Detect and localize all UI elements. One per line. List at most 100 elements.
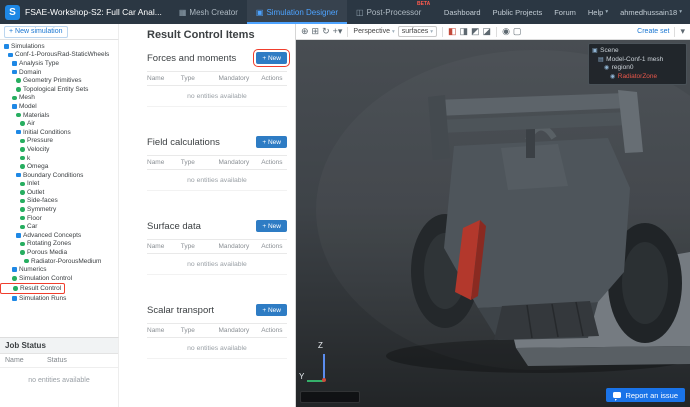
tree-item-topological-entity-sets[interactable]: Topological Entity Sets	[0, 85, 88, 94]
scene-item-region0[interactable]: ◉region0	[589, 64, 686, 73]
viewport-search-input[interactable]	[300, 391, 360, 403]
tree-item-label: Numerics	[19, 266, 46, 273]
create-set-button[interactable]: Create set	[637, 28, 669, 35]
empty-state-text: no entities available	[147, 170, 287, 191]
column-header-type: Type	[181, 159, 219, 166]
scene-item-model-conf-1-mesh[interactable]: ▤Model-Conf-1 mesh	[589, 55, 686, 64]
tree-item-symmetry[interactable]: Symmetry	[0, 205, 56, 214]
scene-item-radiatorzone[interactable]: ◉RadiatorZone	[589, 72, 686, 81]
simulation-actions-strip: + New simulation	[0, 24, 119, 40]
scene-item-label: Scene	[600, 47, 618, 54]
table-header-row: NameTypeMandatoryActions	[147, 323, 287, 338]
report-issue-button[interactable]: Report an issue	[606, 388, 685, 402]
fit-view-icon[interactable]: ⊞	[312, 27, 320, 36]
tab-post-processor[interactable]: ◫ Post-Processor BETA	[347, 0, 430, 24]
tree-item-porous-media[interactable]: Porous Media	[0, 248, 67, 257]
blue-status-icon	[12, 104, 17, 109]
tree-item-boundary-conditions[interactable]: Boundary Conditions	[0, 171, 83, 180]
user-menu[interactable]: ahmedhussain18▾	[620, 8, 682, 17]
tree-item-car[interactable]: Car	[0, 222, 37, 231]
reset-view-icon[interactable]: ↻	[322, 27, 330, 36]
tree-item-initial-conditions[interactable]: Initial Conditions	[0, 128, 71, 137]
nav-help[interactable]: Help▾	[588, 8, 608, 17]
projection-select[interactable]: Perspective▾	[353, 28, 394, 35]
tree-item-numerics[interactable]: Numerics	[0, 265, 46, 274]
tree-item-side-faces[interactable]: Side-faces	[0, 197, 58, 206]
tree-item-radiator-porousmedium[interactable]: Radiator-PorousMedium	[0, 257, 101, 266]
nav-public-projects[interactable]: Public Projects	[493, 8, 543, 17]
result-sections: Forces and moments+ NewNameTypeMandatory…	[147, 52, 287, 359]
tab-simulation-designer[interactable]: ▣ Simulation Designer	[247, 0, 347, 24]
tree-item-velocity[interactable]: Velocity	[0, 145, 49, 154]
new-forces-and-moments-button[interactable]: + New	[256, 52, 287, 64]
tab-mesh-creator[interactable]: ▦ Mesh Creator	[170, 0, 247, 24]
simulation-designer-icon: ▣	[256, 8, 264, 17]
tree-item-mesh[interactable]: Mesh	[0, 94, 35, 103]
app-logo[interactable]: S	[5, 5, 20, 20]
tree-item-conf-1-porousrad-staticwheels[interactable]: Conf-1-PorousRad-StaticWheels	[0, 51, 109, 60]
render-mode-select[interactable]: surfaces▾	[398, 26, 437, 37]
section-title: Scalar transport	[147, 305, 214, 316]
tree-item-simulations[interactable]: Simulations	[0, 42, 45, 51]
blue-status-icon	[16, 233, 21, 238]
tree-item-rotating-zones[interactable]: Rotating Zones	[0, 240, 71, 249]
section-title: Surface data	[147, 221, 201, 232]
tree-item-domain[interactable]: Domain	[0, 68, 41, 77]
viewport-canvas[interactable]: ▣Scene▤Model-Conf-1 mesh◉region0◉Radiato…	[296, 40, 690, 407]
orientation-axes[interactable]: Z Y	[304, 343, 346, 389]
tree-item-omega[interactable]: Omega	[0, 162, 48, 171]
tree-item-model[interactable]: Model	[0, 102, 37, 111]
tree-item-analysis-type[interactable]: Analysis Type	[0, 59, 59, 68]
column-header-name: Name	[147, 327, 181, 334]
job-status-title: Job Status	[0, 338, 118, 354]
tree-item-materials[interactable]: Materials	[0, 111, 49, 120]
filter-icon[interactable]: ▾	[680, 27, 685, 36]
show-hide-icon[interactable]: ◉	[502, 27, 510, 36]
tree-item-geometry-primitives[interactable]: Geometry Primitives	[0, 76, 82, 85]
shade-half-alt-icon[interactable]: ◪	[483, 27, 492, 36]
tree-item-pressure[interactable]: Pressure	[0, 137, 53, 146]
column-header-actions: Actions	[261, 159, 287, 166]
scene-item-label: Model-Conf-1 mesh	[606, 56, 663, 63]
column-header-name: Name	[147, 159, 181, 166]
tree-item-result-control[interactable]: Result Control	[0, 283, 65, 295]
tree-item-simulation-runs[interactable]: Simulation Runs	[0, 294, 66, 303]
tree-item-outlet[interactable]: Outlet	[0, 188, 44, 197]
scene-item-scene[interactable]: ▣Scene	[589, 46, 686, 55]
column-header-type: Type	[181, 243, 219, 250]
tree-item-k[interactable]: k	[0, 154, 30, 163]
table-header-row: NameTypeMandatoryActions	[147, 71, 287, 86]
isolate-icon[interactable]: ▢	[513, 27, 522, 36]
nav-label: Public Projects	[493, 8, 543, 17]
axis-y-label: Y	[299, 372, 304, 381]
toolbar-separator	[496, 27, 497, 37]
add-item-icon[interactable]: +▾	[333, 27, 343, 36]
blue-status-icon	[12, 61, 17, 66]
axes-origin-dot	[322, 378, 327, 383]
tree-item-inlet[interactable]: Inlet	[0, 180, 39, 189]
chevron-down-icon: ▾	[679, 9, 682, 15]
tree-item-floor[interactable]: Floor	[0, 214, 42, 223]
nav-dashboard[interactable]: Dashboard	[444, 8, 481, 17]
new-field-calculations-button[interactable]: + New	[256, 136, 287, 148]
new-surface-data-button[interactable]: + New	[256, 220, 287, 232]
column-header-actions: Actions	[261, 243, 287, 250]
tree-item-simulation-control[interactable]: Simulation Control	[0, 274, 72, 283]
tree-item-advanced-concepts[interactable]: Advanced Concepts	[0, 231, 81, 240]
tree-item-air[interactable]: Air	[0, 119, 35, 128]
new-simulation-button[interactable]: + New simulation	[4, 26, 68, 38]
zoom-box-icon[interactable]: ⊕	[301, 27, 309, 36]
nav-label: Forum	[554, 8, 576, 17]
scene-tree: ▣Scene▤Model-Conf-1 mesh◉region0◉Radiato…	[588, 43, 687, 85]
car-model	[296, 40, 690, 407]
nav-forum[interactable]: Forum	[554, 8, 576, 17]
shade-half-icon[interactable]: ◩	[471, 27, 480, 36]
paint-surface-icon[interactable]: ◨	[460, 27, 469, 36]
visibility-eye-icon: ◉	[610, 73, 615, 80]
paint-selection-icon[interactable]: ◧	[448, 27, 457, 36]
blue-status-icon	[12, 296, 17, 301]
tree-item-label: Advanced Concepts	[23, 232, 81, 239]
select-value: Perspective	[353, 28, 390, 35]
column-header-actions: Actions	[261, 327, 287, 334]
new-scalar-transport-button[interactable]: + New	[256, 304, 287, 316]
